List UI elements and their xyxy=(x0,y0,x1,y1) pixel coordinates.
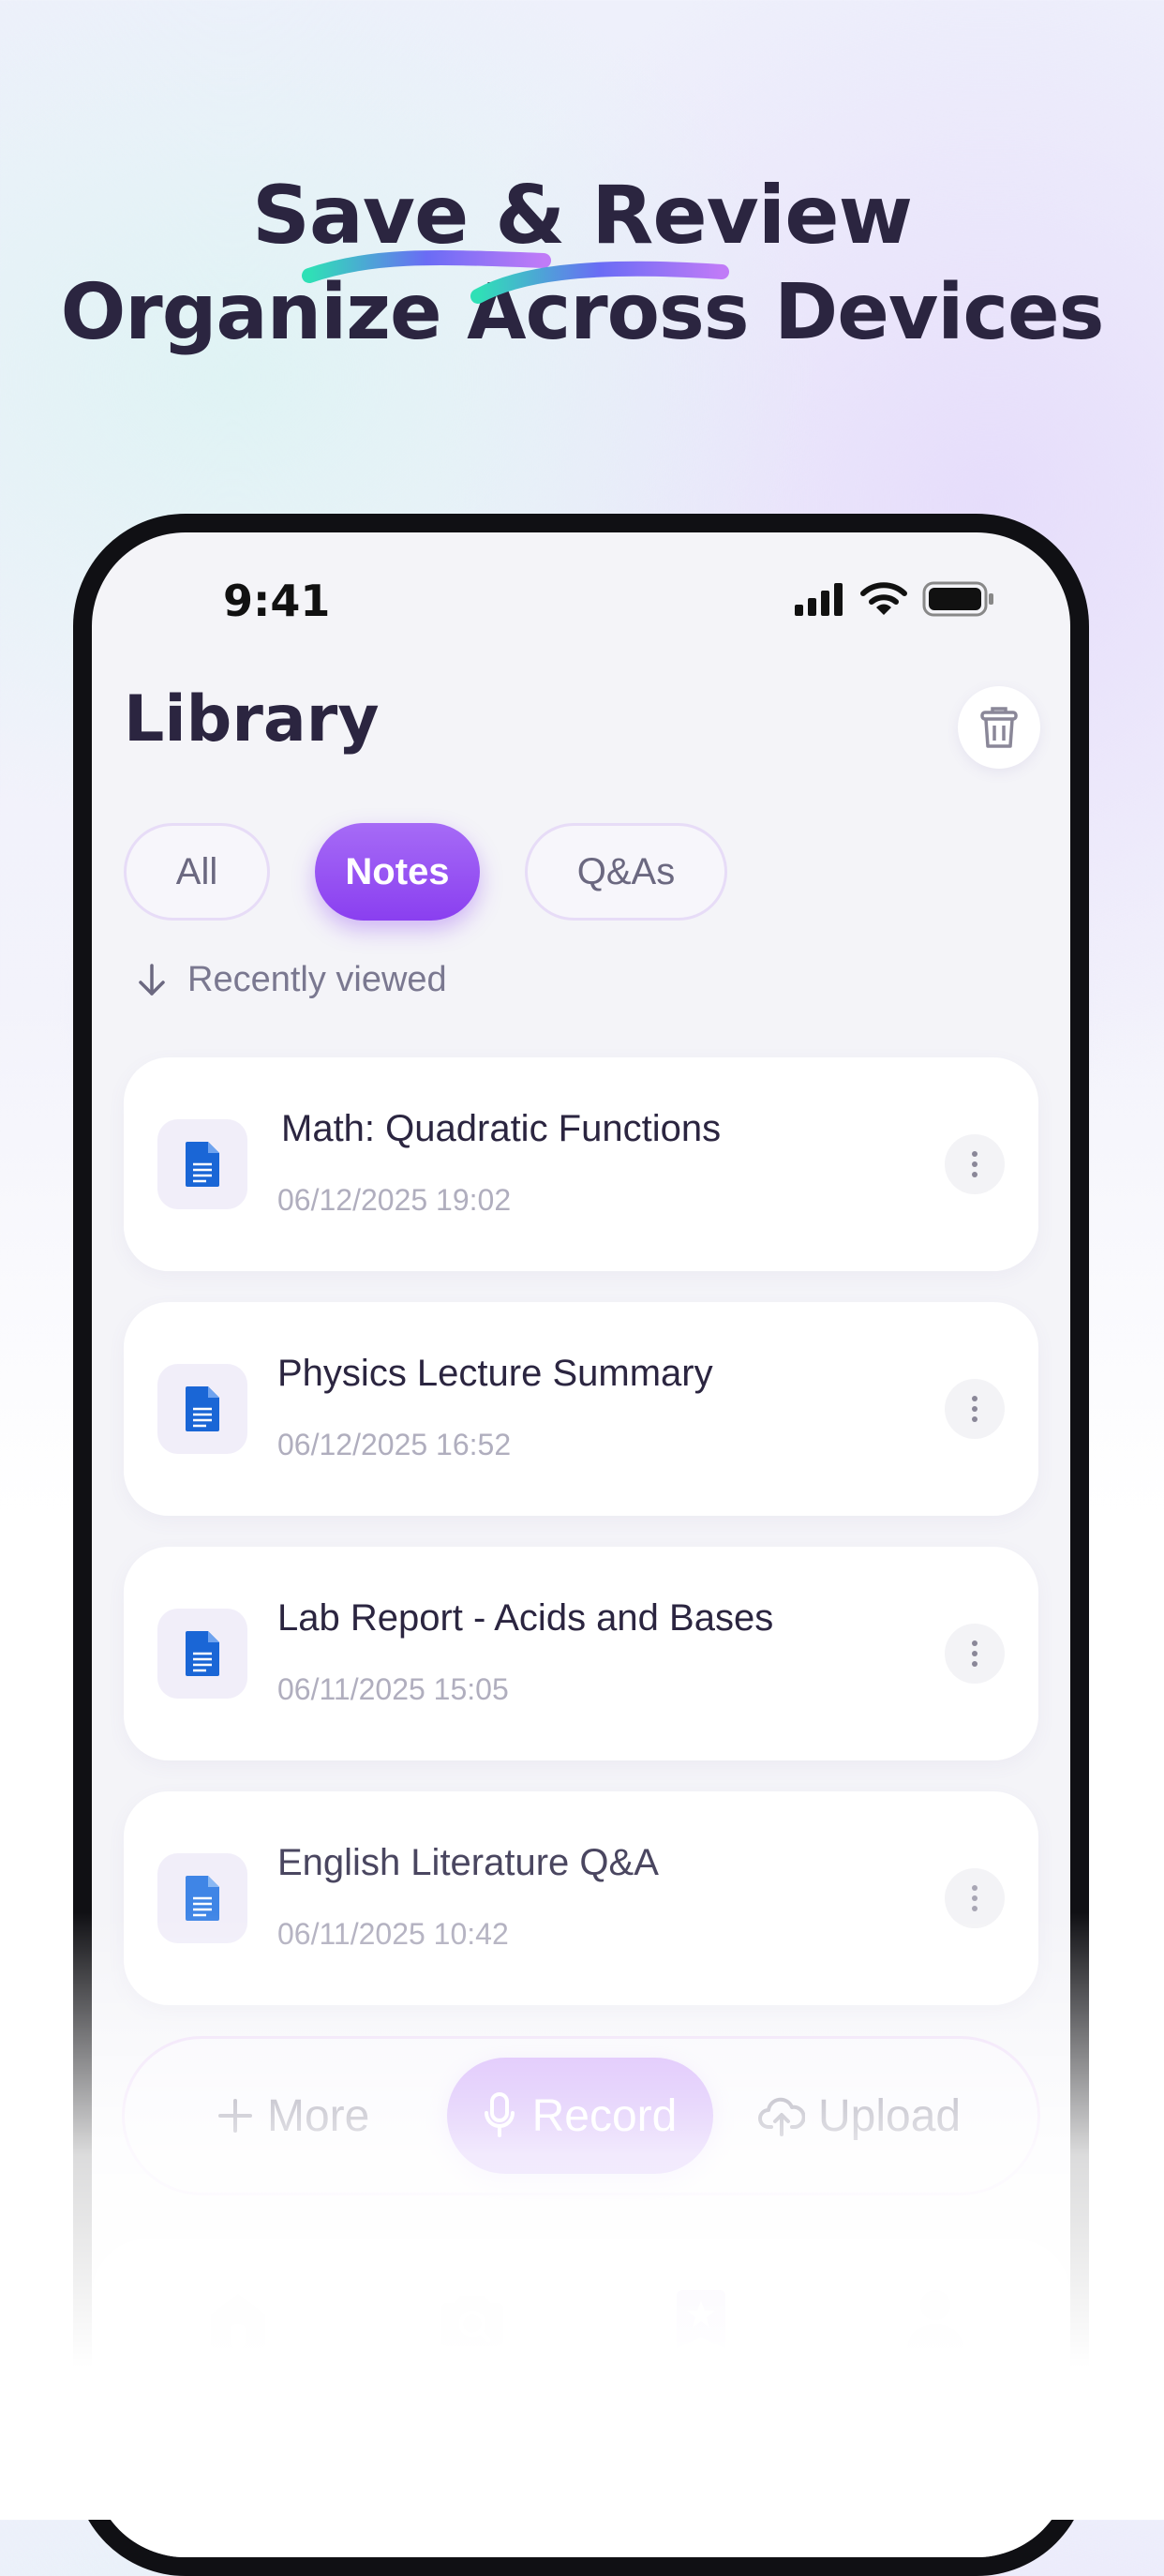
document-icon-wrap xyxy=(157,1609,247,1699)
nav-snap[interactable]: Snap xyxy=(397,2285,547,2390)
document-icon xyxy=(186,1631,219,1676)
more-options-button[interactable] xyxy=(945,1379,1005,1439)
note-card[interactable]: Physics Lecture Summary 06/12/2025 16:52 xyxy=(124,1302,1038,1516)
upload-label: Upload xyxy=(818,2090,962,2141)
tab-all[interactable]: All xyxy=(124,823,270,921)
note-date: 06/11/2025 10:42 xyxy=(277,1917,509,1951)
document-icon-wrap xyxy=(157,1853,247,1943)
battery-icon xyxy=(922,581,993,617)
nav-library-label: Library xyxy=(661,2360,741,2389)
headline-line-1: Save & Review xyxy=(251,169,913,262)
note-date: 06/12/2025 16:52 xyxy=(277,1428,512,1461)
note-title: Math: Quadratic Functions xyxy=(281,1108,722,1149)
phone-screen: 9:41 Library All Notes Q&As Recently vie… xyxy=(92,532,1070,2557)
more-label: More xyxy=(267,2090,370,2141)
document-icon xyxy=(186,1386,219,1431)
cellular-signal-icon xyxy=(795,583,843,616)
bottom-tab-bar: Home Snap Library Me xyxy=(92,2239,1070,2557)
filter-tabs: All Notes Q&As xyxy=(124,823,727,921)
person-icon xyxy=(907,2290,963,2348)
document-icon xyxy=(186,1142,219,1187)
wifi-icon xyxy=(860,582,907,615)
tab-notes[interactable]: Notes xyxy=(315,823,480,921)
more-options-button[interactable] xyxy=(945,1134,1005,1194)
microphone-icon xyxy=(484,2092,515,2137)
record-button[interactable]: Record xyxy=(447,2058,713,2174)
nav-me[interactable]: Me xyxy=(860,2285,1010,2390)
phone-frame: 9:41 Library All Notes Q&As Recently vie… xyxy=(73,514,1089,2576)
plus-icon xyxy=(218,2099,252,2133)
document-icon-wrap xyxy=(157,1119,247,1209)
home-icon xyxy=(211,2294,265,2348)
trash-button[interactable] xyxy=(958,686,1040,769)
nav-snap-label: Snap xyxy=(441,2360,503,2389)
camera-icon xyxy=(441,2296,503,2346)
page-title: Library xyxy=(124,682,380,756)
sort-control[interactable]: Recently viewed xyxy=(135,960,447,1000)
tab-qas[interactable]: Q&As xyxy=(525,823,727,921)
nav-home-label: Home xyxy=(202,2360,274,2389)
arrow-down-icon xyxy=(139,963,165,996)
note-card[interactable]: Math: Quadratic Functions 06/12/2025 19:… xyxy=(124,1057,1038,1271)
note-date: 06/12/2025 19:02 xyxy=(277,1183,512,1217)
status-icons xyxy=(793,581,995,617)
note-card[interactable]: English Literature Q&A 06/11/2025 10:42 xyxy=(124,1791,1038,2005)
more-vertical-icon xyxy=(972,1640,977,1667)
upload-button[interactable]: Upload xyxy=(758,2039,961,2193)
cloud-upload-icon xyxy=(758,2097,805,2136)
library-icon xyxy=(677,2290,725,2348)
more-vertical-icon xyxy=(972,1151,977,1177)
status-time: 9:41 xyxy=(223,576,331,626)
document-icon-wrap xyxy=(157,1364,247,1454)
more-vertical-icon xyxy=(972,1396,977,1422)
trash-icon xyxy=(980,707,1018,748)
note-title: Physics Lecture Summary xyxy=(277,1353,713,1394)
more-button[interactable]: More xyxy=(216,2039,369,2193)
nav-me-label: Me xyxy=(917,2360,954,2389)
note-title: Lab Report - Acids and Bases xyxy=(277,1597,774,1639)
nav-home[interactable]: Home xyxy=(163,2285,313,2390)
note-card[interactable]: Lab Report - Acids and Bases 06/11/2025 … xyxy=(124,1547,1038,1760)
nav-library[interactable]: Library xyxy=(626,2285,776,2390)
note-date: 06/11/2025 15:05 xyxy=(277,1672,509,1706)
sort-label: Recently viewed xyxy=(187,960,447,999)
more-options-button[interactable] xyxy=(945,1624,1005,1684)
document-icon xyxy=(186,1876,219,1921)
record-label: Record xyxy=(531,2090,678,2141)
more-options-button[interactable] xyxy=(945,1868,1005,1928)
more-vertical-icon xyxy=(972,1885,977,1911)
action-bar: More Record Upload xyxy=(122,2036,1040,2195)
note-title: English Literature Q&A xyxy=(277,1842,659,1883)
